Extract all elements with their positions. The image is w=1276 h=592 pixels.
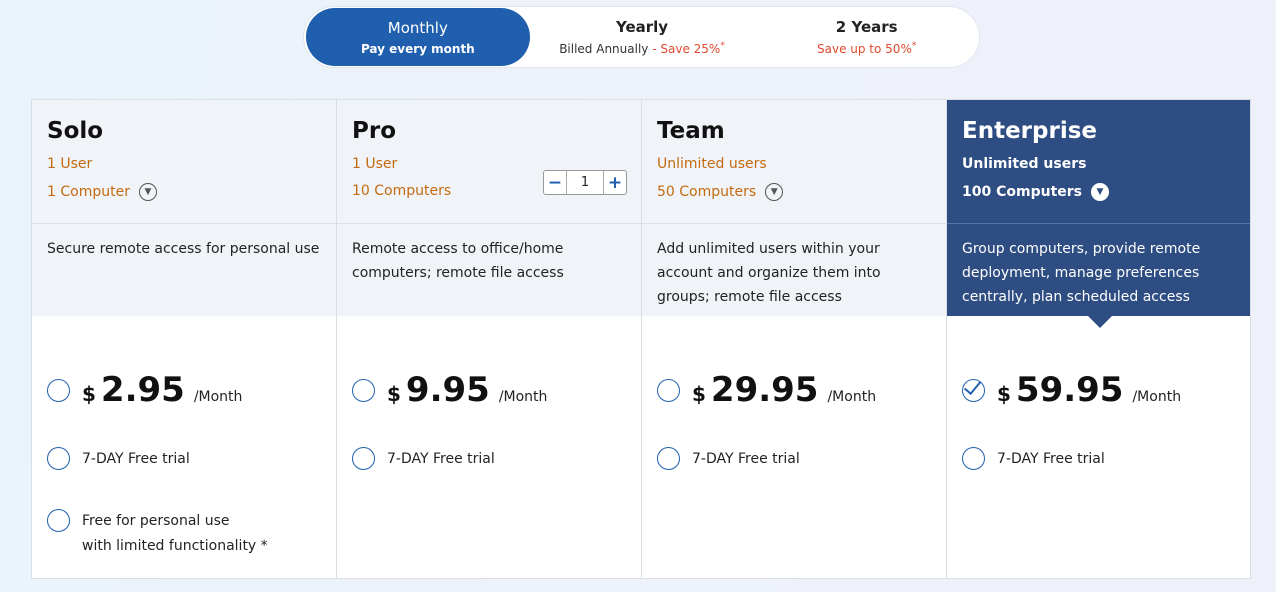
plan-name: Pro [352, 118, 397, 144]
asterisk-mark: * [911, 41, 917, 51]
price-radio[interactable] [352, 378, 375, 402]
trial-label: 7-DAY Free trial [997, 451, 1105, 467]
price-radio[interactable] [657, 378, 680, 402]
plan-header: Team Unlimited users 50 Computers ▼ [642, 100, 946, 224]
price-amount: 2.95 [100, 370, 185, 410]
quantity-value[interactable]: 1 [566, 171, 604, 194]
chevron-down-icon[interactable]: ▼ [1091, 183, 1109, 201]
billing-option-2-years[interactable]: 2 Years Save up to 50%* [754, 8, 979, 66]
billing-option-title: Monthly [387, 18, 448, 37]
plan-name: Enterprise [962, 118, 1098, 144]
plan-name: Solo [47, 118, 104, 144]
price-currency: $ [692, 382, 706, 406]
billing-option-subtitle: Pay every month [360, 41, 475, 56]
plan-header: Enterprise Unlimited users 100 Computers… [947, 100, 1250, 224]
plan-price: $ 29.95 /Month [692, 370, 876, 410]
checkmark-icon [963, 376, 982, 395]
price-period: /Month [1132, 389, 1182, 405]
plan-team: Team Unlimited users 50 Computers ▼ Add … [642, 100, 947, 578]
plus-button[interactable]: + [604, 171, 626, 194]
plan-price: $ 2.95 /Month [82, 370, 242, 410]
trial-option: 7-DAY Free trial [47, 447, 190, 472]
trial-label: 7-DAY Free trial [387, 451, 495, 467]
billing-option-yearly[interactable]: Yearly Billed Annually - Save 25%* [530, 8, 755, 66]
trial-radio[interactable] [962, 447, 985, 470]
trial-option: 7-DAY Free trial [962, 447, 1105, 472]
price-period: /Month [193, 389, 243, 405]
trial-option: 7-DAY Free trial [352, 447, 495, 472]
price-currency: $ [82, 382, 96, 406]
asterisk-mark: * [720, 41, 725, 51]
plan-computers-label: 100 Computers [962, 184, 1082, 200]
trial-radio[interactable] [352, 447, 375, 470]
price-radio-checked[interactable] [962, 376, 985, 402]
save-badge: Save 25% [660, 42, 721, 56]
price-option: $ 9.95 /Month [352, 370, 547, 410]
plan-header: Solo 1 User 1 Computer ▼ [32, 100, 336, 224]
price-period: /Month [498, 389, 548, 405]
billing-period-toggle: Monthly Pay every month Yearly Billed An… [303, 6, 980, 68]
price-period: /Month [827, 389, 877, 405]
save-badge: Save up to 50% [817, 42, 912, 56]
plan-description: Secure remote access for personal use [32, 224, 336, 316]
plan-computers-label: 10 Computers [352, 183, 452, 199]
price-option: $ 29.95 /Month [657, 370, 876, 410]
plan-solo: Solo 1 User 1 Computer ▼ Secure remote a… [32, 100, 337, 578]
pricing-plans-table: Solo 1 User 1 Computer ▼ Secure remote a… [31, 99, 1251, 579]
plan-users: Unlimited users [962, 156, 1087, 172]
price-amount: 59.95 [1015, 370, 1124, 410]
price-amount: 29.95 [710, 370, 819, 410]
trial-option: 7-DAY Free trial [657, 447, 800, 472]
trial-radio[interactable] [47, 447, 70, 470]
computer-quantity-stepper: − 1 + [543, 170, 627, 195]
plan-computers: 50 Computers ▼ [657, 183, 931, 201]
price-radio[interactable] [47, 378, 70, 402]
minus-button[interactable]: − [544, 171, 566, 194]
plan-enterprise: Enterprise Unlimited users 100 Computers… [947, 100, 1250, 578]
billing-option-subtitle: Billed Annually - Save 25%* [559, 41, 725, 56]
trial-radio[interactable] [657, 447, 680, 470]
price-currency: $ [997, 382, 1011, 406]
plan-computers: 100 Computers ▼ [962, 183, 1235, 201]
plan-name: Team [657, 118, 725, 144]
billing-option-title: Yearly [615, 18, 669, 36]
billing-note: Billed Annually [559, 42, 649, 56]
plan-description: Group computers, provide remote deployme… [947, 224, 1250, 328]
free-label: Free for personal use with limited funct… [82, 513, 268, 554]
plan-description: Add unlimited users within your account … [642, 224, 946, 316]
trial-label: 7-DAY Free trial [82, 451, 190, 467]
plan-price: $ 9.95 /Month [387, 370, 547, 410]
plan-header: Pro 1 User 10 Computers − 1 + [337, 100, 641, 224]
billing-option-subtitle: Save up to 50%* [817, 41, 916, 56]
free-option: Free for personal use with limited funct… [47, 509, 268, 559]
plan-computers: 1 Computer ▼ [47, 183, 321, 201]
price-option: $ 2.95 /Month [47, 370, 242, 410]
price-amount: 9.95 [405, 370, 490, 410]
trial-label: 7-DAY Free trial [692, 451, 800, 467]
chevron-down-icon[interactable]: ▼ [138, 183, 157, 201]
free-radio[interactable] [47, 509, 70, 532]
chevron-down-icon[interactable]: ▼ [765, 183, 784, 201]
plan-computers-label: 50 Computers [657, 184, 757, 200]
billing-option-monthly[interactable]: Monthly Pay every month [306, 8, 530, 66]
billing-option-title: 2 Years [835, 18, 898, 36]
price-option: $ 59.95 /Month [962, 370, 1181, 410]
plan-computers-label: 1 Computer [47, 184, 130, 200]
plan-users: Unlimited users [657, 156, 767, 172]
price-currency: $ [387, 382, 401, 406]
plan-description: Remote access to office/home computers; … [337, 224, 641, 316]
plan-users: 1 User [47, 156, 93, 172]
plan-price: $ 59.95 /Month [997, 370, 1181, 410]
plan-pro: Pro 1 User 10 Computers − 1 + Remote acc… [337, 100, 642, 578]
